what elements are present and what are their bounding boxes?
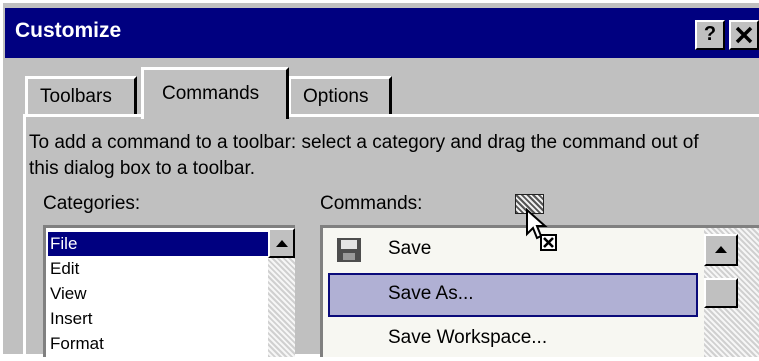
scroll-up-button[interactable] [268,228,295,258]
drag-close-badge [540,234,557,251]
category-item-format[interactable]: Format [50,332,104,356]
instructions-text: To add a command to a toolbar: select a … [29,132,699,179]
tab-label: Toolbars [40,86,112,107]
category-item-file[interactable]: File [48,232,268,256]
dialog-title: Customize [15,19,122,42]
tab-toolbars[interactable]: Toolbars [25,76,137,116]
tab-label: Options [303,86,369,107]
commands-scrollbar[interactable] [704,228,759,357]
categories-list[interactable]: File Edit View Insert Format [43,225,295,357]
command-item-save-workspace[interactable]: Save Workspace... [328,317,698,361]
scroll-thumb[interactable] [704,278,738,308]
categories-label: Categories: [43,193,141,214]
tab-commands[interactable]: Commands [141,67,289,119]
command-item-save-as[interactable]: Save As... [328,273,698,317]
command-label: Save As... [388,283,474,304]
customize-dialog: Customize ? Toolbars Commands Options To… [0,0,759,357]
floppy-disk-icon [337,238,361,262]
categories-scrollbar[interactable] [268,228,295,357]
up-arrow-icon [275,240,288,247]
commands-label: Commands: [320,193,423,214]
title-bar: Customize ? [5,8,759,58]
close-button[interactable] [729,20,759,50]
command-item-save[interactable]: Save [328,228,698,272]
help-button[interactable]: ? [695,20,725,50]
command-label: Save Workspace... [388,327,548,348]
drag-copy-cursor-icon [515,194,557,256]
category-item-view[interactable]: View [50,282,87,306]
scrollbar-track[interactable] [268,258,295,357]
close-icon [735,26,753,44]
category-item-insert[interactable]: Insert [50,307,93,331]
scroll-up-button[interactable] [704,234,738,266]
category-item-edit[interactable]: Edit [50,257,79,281]
up-arrow-icon [715,246,727,253]
tab-label: Commands [162,83,260,104]
tab-options[interactable]: Options [288,76,392,116]
command-label: Save [388,238,432,259]
